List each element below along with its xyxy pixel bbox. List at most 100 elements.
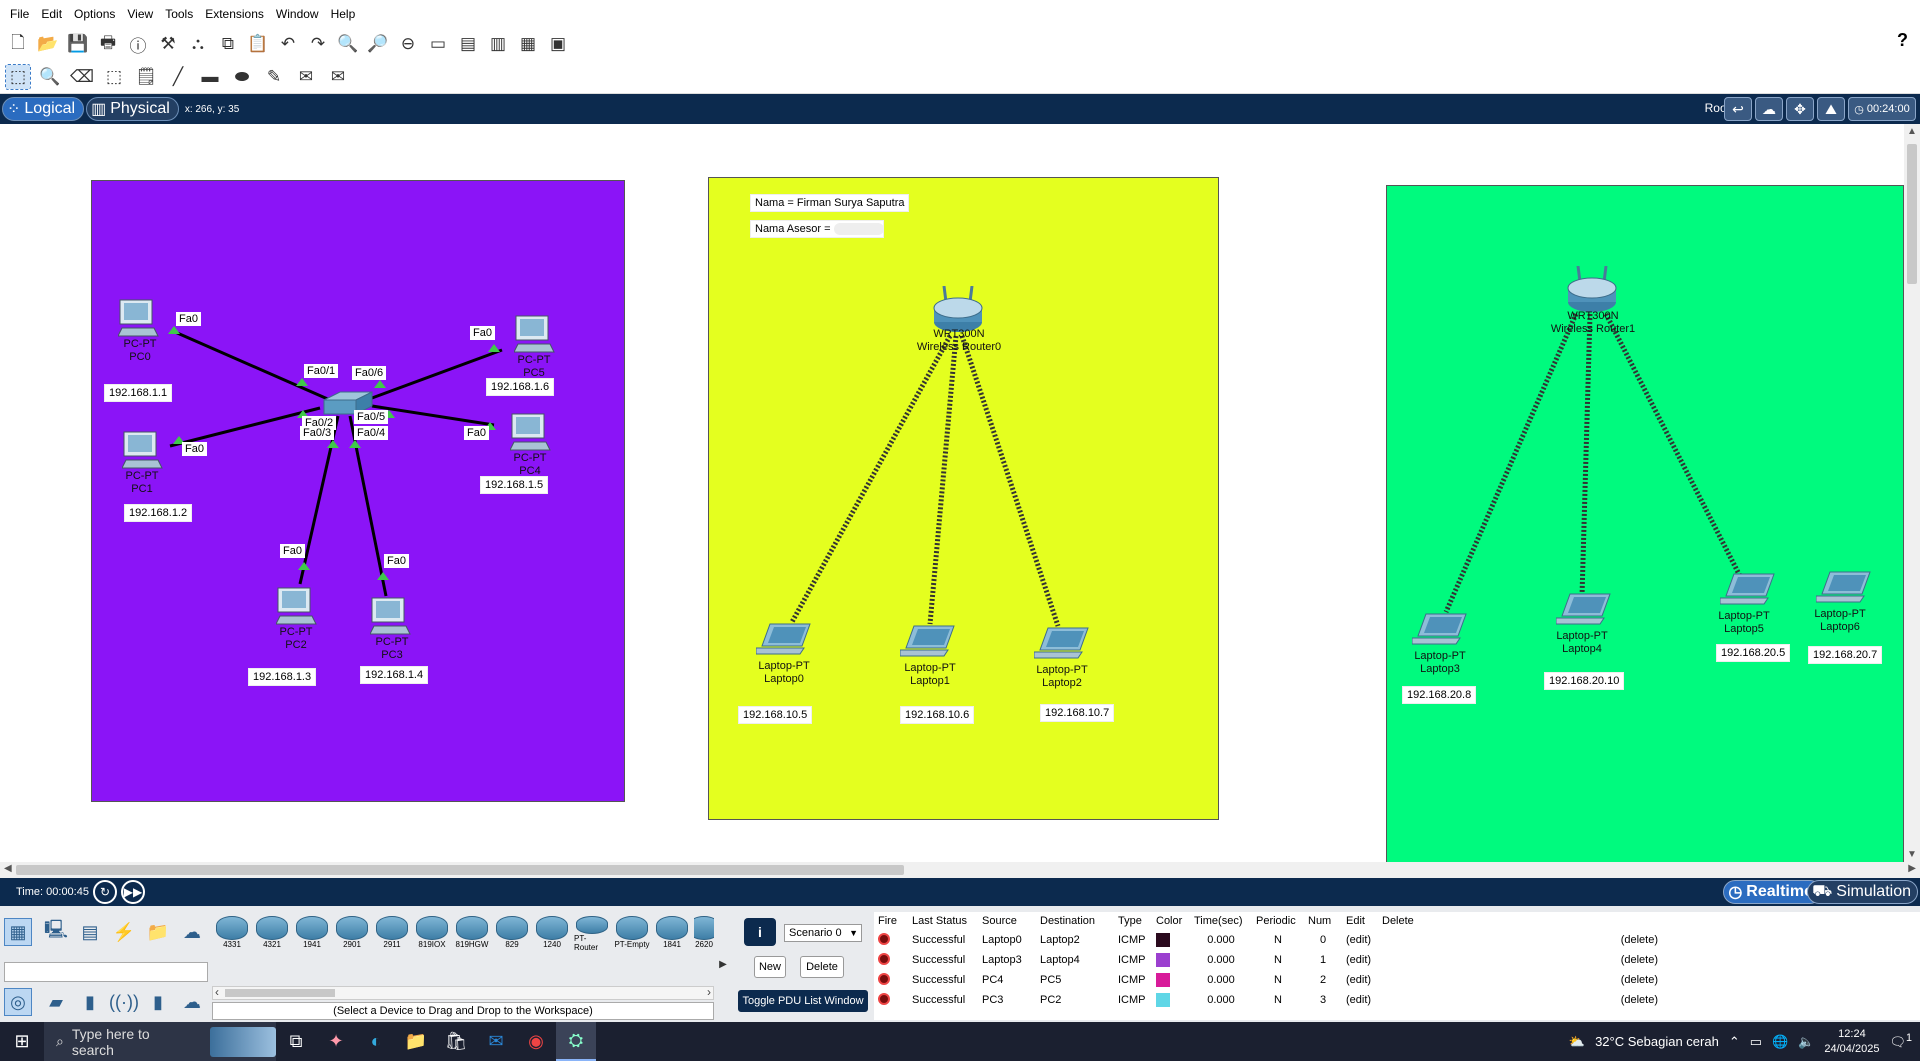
model-2911[interactable]: 2911 xyxy=(374,916,410,952)
redo-icon[interactable]: ↷ xyxy=(306,32,330,56)
note-icon[interactable]: 🗒 xyxy=(134,65,158,89)
packet-tracer-icon[interactable]: ⛭ xyxy=(556,1022,596,1061)
model-4321[interactable]: 4321 xyxy=(254,916,290,952)
freeform-icon[interactable]: ✎ xyxy=(262,65,286,89)
laptop5-ip-label[interactable]: 192.168.20.5 xyxy=(1716,644,1791,662)
menu-extensions[interactable]: Extensions xyxy=(199,0,270,28)
laptop1-icon[interactable] xyxy=(900,624,956,658)
simple-pdu-icon[interactable]: ✉ xyxy=(294,65,318,89)
device-search-input[interactable] xyxy=(4,962,208,982)
pdu-cell-edit[interactable]: (edit) xyxy=(1342,950,1378,970)
pdu-row[interactable]: Successful PC3 PC2 ICMP 0.000 N 3 (edit) (delete… xyxy=(874,990,1678,1010)
scenario-info-button[interactable]: i xyxy=(744,918,776,946)
pdu-cell-fire[interactable] xyxy=(874,950,908,970)
pdu-cell-delete[interactable]: (delete) xyxy=(1378,930,1678,950)
logical-workspace[interactable]: Nama = Firman Surya Saputra Nama Asesor … xyxy=(0,124,1904,862)
vertical-scroll-thumb[interactable] xyxy=(1907,144,1917,284)
weather-icon[interactable]: ⛅ xyxy=(1569,1034,1585,1050)
help-icon[interactable]: ? xyxy=(1897,30,1908,51)
viewport-icon[interactable]: ▣ xyxy=(546,32,570,56)
note-nama[interactable]: Nama = Firman Surya Saputra xyxy=(750,194,910,212)
pdu-cell-fire[interactable] xyxy=(874,930,908,950)
activity-wizard-icon[interactable]: ⛬ xyxy=(186,32,210,56)
pdu-row[interactable]: Successful Laptop0 Laptop2 ICMP 0.000 N 0 (edit… xyxy=(874,930,1678,950)
pdu-cell-fire[interactable] xyxy=(874,970,908,990)
model-list-scrollbar[interactable]: ‹ › xyxy=(212,985,714,1000)
pdu-cell-delete[interactable]: (delete) xyxy=(1378,950,1678,970)
volume-icon[interactable]: 🔈 xyxy=(1798,1034,1814,1050)
info-icon[interactable]: ⓘ xyxy=(126,32,150,56)
link-pc1-switch[interactable] xyxy=(169,406,321,448)
end-devices-icon[interactable]: 🖳 xyxy=(42,918,70,946)
zoom-out-icon[interactable]: ⊖ xyxy=(396,32,420,56)
menu-file[interactable]: File xyxy=(4,0,35,28)
pdu-cell-delete[interactable]: (delete) xyxy=(1378,970,1678,990)
pc0-ip-label[interactable]: 192.168.1.1 xyxy=(104,384,173,402)
save-icon[interactable]: 💾 xyxy=(66,32,90,56)
menu-options[interactable]: Options xyxy=(68,0,121,28)
pc1-ip-label[interactable]: 192.168.1.2 xyxy=(124,504,193,522)
print-icon[interactable]: 🖶 xyxy=(96,32,120,56)
fire-icon[interactable] xyxy=(878,972,890,985)
menu-window[interactable]: Window xyxy=(270,0,325,28)
file-explorer-icon[interactable]: 📁 xyxy=(396,1022,436,1061)
model-829[interactable]: 829 xyxy=(494,916,530,952)
fast-forward-icon[interactable]: ▶▶ xyxy=(120,880,145,904)
laptop3-icon[interactable] xyxy=(1412,612,1468,646)
pdu-cell-edit[interactable]: (edit) xyxy=(1342,930,1378,950)
taskbar-search-box[interactable]: ⌕ Type here to search xyxy=(44,1022,276,1061)
weather-text[interactable]: 32°C Sebagian cerah xyxy=(1595,1034,1719,1049)
miscellaneous-icon[interactable]: 📁 xyxy=(144,918,172,946)
chrome-icon[interactable]: ◉ xyxy=(516,1022,556,1061)
drawing-palette-icon[interactable]: ▭ xyxy=(426,32,450,56)
ipc-icon[interactable]: ▦ xyxy=(516,32,540,56)
pc3-icon[interactable] xyxy=(370,596,412,636)
pc4-icon[interactable] xyxy=(510,412,552,452)
store-icon[interactable]: 🛍 xyxy=(436,1022,476,1061)
model-scroll-left-icon[interactable]: ‹ xyxy=(215,985,219,999)
laptop0-icon[interactable] xyxy=(756,622,812,656)
complex-pdu-icon[interactable]: ✉ xyxy=(326,65,350,89)
edge-icon[interactable]: ◐ xyxy=(356,1022,396,1061)
simulation-mode-button[interactable]: ⛟ Simulation xyxy=(1807,880,1918,904)
model-pt-router[interactable]: PT-Router xyxy=(574,916,610,952)
hubs-icon[interactable]: ▮ xyxy=(76,988,104,1016)
model-scroll-thumb[interactable] xyxy=(225,989,335,997)
undo-icon[interactable]: ↶ xyxy=(276,32,300,56)
pc1-icon[interactable] xyxy=(122,430,164,470)
panel-splitter[interactable]: ▶ xyxy=(716,906,730,1022)
note-nama-asesor[interactable]: Nama Asesor = xyxy=(750,220,884,239)
notification-icon[interactable]: 🗨1 xyxy=(1889,1032,1912,1050)
wireless-router0-icon[interactable] xyxy=(932,286,984,334)
task-view-icon[interactable]: ⧉ xyxy=(276,1022,316,1061)
model-1941[interactable]: 1941 xyxy=(294,916,330,952)
model-819hgw[interactable]: 819HGW xyxy=(454,916,490,952)
link-pc5-switch[interactable] xyxy=(371,348,503,400)
pdu-cell-edit[interactable]: (edit) xyxy=(1342,970,1378,990)
windows-start-icon[interactable]: ⊞ xyxy=(0,1022,44,1061)
pdu-row[interactable]: Successful PC4 PC5 ICMP 0.000 N 2 (edit) (delete… xyxy=(874,970,1678,990)
pc0-icon[interactable] xyxy=(118,298,160,338)
power-cycle-icon[interactable]: ↻ xyxy=(92,880,117,904)
laptop6-ip-label[interactable]: 192.168.20.7 xyxy=(1808,646,1883,664)
scroll-left-icon[interactable]: ◀ xyxy=(4,863,12,874)
toggle-pdu-list-button[interactable]: Toggle PDU List Window xyxy=(738,990,868,1012)
laptop2-ip-label[interactable]: 192.168.10.7 xyxy=(1040,704,1115,722)
routers-icon[interactable]: ◎ xyxy=(4,988,32,1016)
new-file-icon[interactable]: 🗋 xyxy=(6,32,30,56)
network-devices-icon[interactable]: ▦ xyxy=(4,918,32,946)
scroll-right-icon[interactable]: ▶ xyxy=(1908,863,1916,874)
model-1240[interactable]: 1240 xyxy=(534,916,570,952)
laptop6-icon[interactable] xyxy=(1816,570,1872,604)
pc4-ip-label[interactable]: 192.168.1.5 xyxy=(480,476,549,494)
background-icon[interactable]: ⛰ xyxy=(1817,97,1845,121)
meet-icon[interactable]: ▭ xyxy=(1750,1034,1762,1050)
scroll-up-icon[interactable]: ▲ xyxy=(1907,126,1917,137)
components-icon[interactable]: ▤ xyxy=(76,918,104,946)
network-wizard-icon[interactable]: ⚒ xyxy=(156,32,180,56)
vertical-scrollbar[interactable]: ▲ ▼ xyxy=(1904,124,1920,862)
delete-scenario-button[interactable]: Delete xyxy=(800,956,844,978)
model-1841[interactable]: 1841 xyxy=(654,916,690,952)
zoom-in-icon[interactable]: 🔍 xyxy=(336,32,360,56)
logical-mode-button[interactable]: ⁘ Logical xyxy=(2,97,85,121)
